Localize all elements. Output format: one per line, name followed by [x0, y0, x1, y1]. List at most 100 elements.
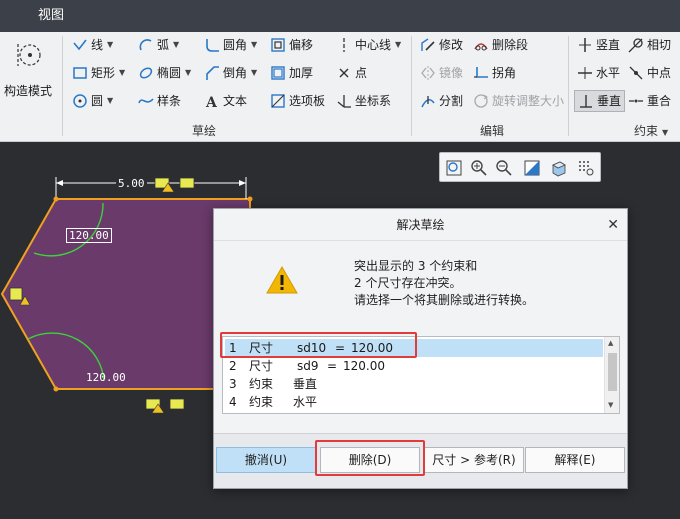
line-icon — [73, 39, 87, 51]
text-button[interactable]: A 文本 — [204, 90, 247, 112]
corner-label: 拐角 — [492, 66, 517, 80]
display-style-icon[interactable] — [550, 159, 568, 177]
row-name: 水平 — [293, 395, 318, 409]
delete-segment-button[interactable]: 删除段 — [473, 34, 528, 56]
scroll-down-icon[interactable]: ▼ — [608, 401, 613, 409]
chevron-down-icon[interactable]: ▼ — [119, 62, 125, 84]
horizontal-constraint-label: 水平 — [596, 66, 621, 80]
rectangle-button[interactable]: 矩形 ▼ — [72, 62, 125, 84]
group-label-edit: 编辑 — [480, 124, 505, 138]
chevron-down-icon[interactable]: ▼ — [173, 34, 179, 56]
ellipse-icon — [139, 67, 153, 79]
rotate-resize-label: 旋转调整大小 — [492, 94, 565, 108]
scroll-up-icon[interactable]: ▲ — [608, 339, 613, 347]
delete-button[interactable]: 删除(D) — [320, 447, 420, 473]
group-label-sketch: 草绘 — [192, 124, 217, 138]
resolve-sketch-dialog: 解决草绘 ✕ 突出显示的 3 个约束和 2 个尺寸存在冲突。 请选择一个将其删除… — [213, 208, 628, 489]
zoom-fit-icon[interactable] — [445, 159, 463, 177]
divide-button[interactable]: 分割 — [420, 90, 463, 112]
circle-icon — [73, 94, 87, 108]
row-kind: 约束 — [249, 377, 274, 391]
chamfer-icon — [206, 66, 219, 80]
corner-button[interactable]: 拐角 — [473, 62, 516, 84]
perpendicular-icon — [580, 95, 592, 108]
chevron-down-icon[interactable]: ▼ — [107, 90, 113, 112]
row-eq: = — [327, 359, 338, 373]
coordsys-button[interactable]: 坐标系 — [336, 90, 391, 112]
to-reference-button[interactable]: 尺寸 > 参考(R) — [424, 447, 524, 473]
close-icon[interactable]: ✕ — [607, 209, 619, 241]
spline-button[interactable]: 样条 — [138, 90, 181, 112]
chamfer-label: 倒角 — [223, 66, 248, 80]
row-kind: 约束 — [249, 395, 274, 409]
palette-icon — [271, 94, 285, 108]
midpoint-constraint-button[interactable]: 中点 — [628, 62, 671, 84]
rotate-resize-button[interactable]: 旋转调整大小 — [473, 90, 564, 112]
fillet-icon — [206, 39, 219, 52]
undo-button[interactable]: 撤消(U) — [216, 447, 316, 473]
rectangle-label: 矩形 — [91, 66, 116, 80]
ellipse-button[interactable]: 椭圆 ▼ — [138, 62, 191, 84]
construct-mode-button[interactable]: 构造模式 — [2, 36, 56, 98]
explain-button[interactable]: 解释(E) — [525, 447, 625, 473]
modify-button[interactable]: 修改 — [420, 34, 463, 56]
chevron-down-icon[interactable]: ▼ — [251, 34, 257, 56]
tab-view[interactable]: 视图 — [30, 0, 72, 32]
circle-button[interactable]: 圆 ▼ — [72, 90, 113, 112]
perpendicular-constraint-button[interactable]: 垂直 — [574, 90, 626, 112]
row-name: sd9 — [297, 359, 319, 373]
sketch-display-icon[interactable] — [577, 159, 595, 177]
centerline-button[interactable]: 中心线 ▼ — [336, 34, 401, 56]
centerline-label: 中心线 — [355, 38, 392, 52]
fillet-button[interactable]: 圆角 ▼ — [204, 34, 257, 56]
text-label: 文本 — [223, 94, 248, 108]
thicken-button[interactable]: 加厚 — [270, 62, 313, 84]
list-item[interactable]: 3 约束 垂直 — [225, 375, 603, 393]
palette-button[interactable]: 选项板 — [270, 90, 325, 112]
row-eq: = — [335, 341, 346, 355]
zoom-out-icon[interactable] — [495, 159, 513, 177]
chevron-down-icon[interactable]: ▼ — [395, 34, 401, 56]
midpoint-icon — [629, 66, 643, 80]
coordsys-label: 坐标系 — [355, 94, 392, 108]
group-label-constraint[interactable]: 约束 ▼ — [634, 122, 668, 139]
list-item[interactable]: 4 约束 水平 — [225, 393, 603, 411]
arc-icon — [139, 39, 152, 51]
ribbon: 构造模式 线 ▼ 矩形 ▼ 圆 ▼ 弧 ▼ 椭圆 ▼ 样条 圆角 ▼ 倒角 ▼ A 文本 — [0, 32, 680, 142]
point-button[interactable]: 点 — [336, 62, 367, 84]
line-label: 线 — [91, 38, 104, 52]
mirror-label: 镜像 — [439, 66, 464, 80]
dimension-angle-top[interactable]: 120.00 — [66, 228, 112, 243]
coincident-constraint-button[interactable]: 重合 — [628, 90, 671, 112]
coordinate-system-icon — [337, 95, 351, 108]
list-item[interactable]: 1 尺寸 sd10 = 120.00 — [225, 339, 603, 357]
offset-button[interactable]: 偏移 — [270, 34, 313, 56]
chamfer-button[interactable]: 倒角 ▼ — [204, 62, 257, 84]
horizontal-constraint-button[interactable]: 水平 — [577, 62, 620, 84]
mirror-button[interactable]: 镜像 — [420, 62, 463, 84]
chevron-down-icon[interactable]: ▼ — [185, 62, 191, 84]
arc-button[interactable]: 弧 ▼ — [138, 34, 179, 56]
scrollbar-thumb[interactable] — [608, 353, 617, 391]
list-scrollbar[interactable]: ▲ ▼ — [604, 337, 619, 413]
rotate-resize-icon — [474, 94, 488, 108]
zoom-in-icon[interactable] — [470, 159, 488, 177]
row-index: 1 — [229, 341, 237, 355]
tangent-constraint-button[interactable]: 相切 — [628, 34, 671, 56]
chevron-down-icon[interactable]: ▼ — [251, 62, 257, 84]
view-toolbar — [439, 152, 601, 182]
point-icon — [339, 68, 349, 78]
dimension-length-top[interactable]: 5.00 — [116, 177, 147, 190]
list-item[interactable]: 2 尺寸 sd9 = 120.00 — [225, 357, 603, 375]
dialog-message-line3: 请选择一个将其删除或进行转换。 — [354, 293, 535, 307]
circle-label: 圆 — [91, 94, 104, 108]
delete-segment-label: 删除段 — [492, 38, 529, 52]
line-button[interactable]: 线 ▼ — [72, 34, 113, 56]
dimension-angle-bottom[interactable]: 120.00 — [86, 371, 126, 384]
mirror-icon — [421, 66, 435, 80]
conflict-list[interactable]: 1 尺寸 sd10 = 120.00 2 尺寸 sd9 = 120.00 3 约… — [222, 336, 620, 414]
chevron-down-icon[interactable]: ▼ — [107, 34, 113, 56]
row-index: 4 — [229, 395, 237, 409]
vertical-constraint-button[interactable]: 竖直 — [577, 34, 620, 56]
repaint-icon[interactable] — [523, 159, 541, 177]
